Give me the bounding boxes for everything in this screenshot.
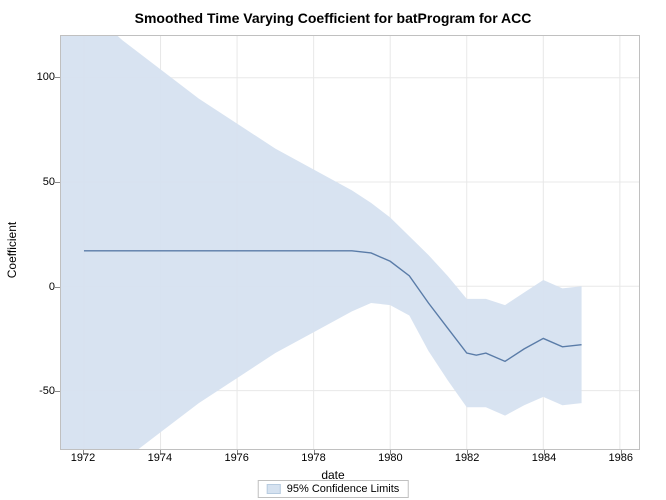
x-tick-label: 1982	[455, 452, 479, 464]
plot-svg	[61, 36, 639, 449]
x-tick-label: 1980	[378, 452, 402, 464]
y-tick-mark	[55, 77, 60, 78]
y-tick-label: -50	[39, 385, 55, 397]
x-tick-label: 1976	[224, 452, 248, 464]
x-tick-label: 1984	[532, 452, 556, 464]
y-tick-mark	[55, 287, 60, 288]
x-tick-label: 1978	[301, 452, 325, 464]
y-tick-label: 50	[43, 176, 55, 188]
y-tick-label: 0	[49, 281, 55, 293]
legend: 95% Confidence Limits	[258, 480, 409, 498]
x-tick-label: 1974	[148, 452, 172, 464]
chart-title: Smoothed Time Varying Coefficient for ba…	[0, 10, 666, 26]
confidence-band	[61, 36, 582, 449]
x-tick-label: 1972	[71, 452, 95, 464]
y-tick-mark	[55, 391, 60, 392]
legend-swatch-ci	[267, 484, 281, 494]
plot-area	[60, 35, 640, 450]
y-axis-label: Coefficient	[5, 222, 19, 278]
chart-container: Smoothed Time Varying Coefficient for ba…	[0, 0, 666, 500]
legend-label: 95% Confidence Limits	[287, 483, 400, 495]
y-tick-label: 100	[37, 71, 55, 83]
x-tick-label: 1986	[609, 452, 633, 464]
y-tick-mark	[55, 182, 60, 183]
